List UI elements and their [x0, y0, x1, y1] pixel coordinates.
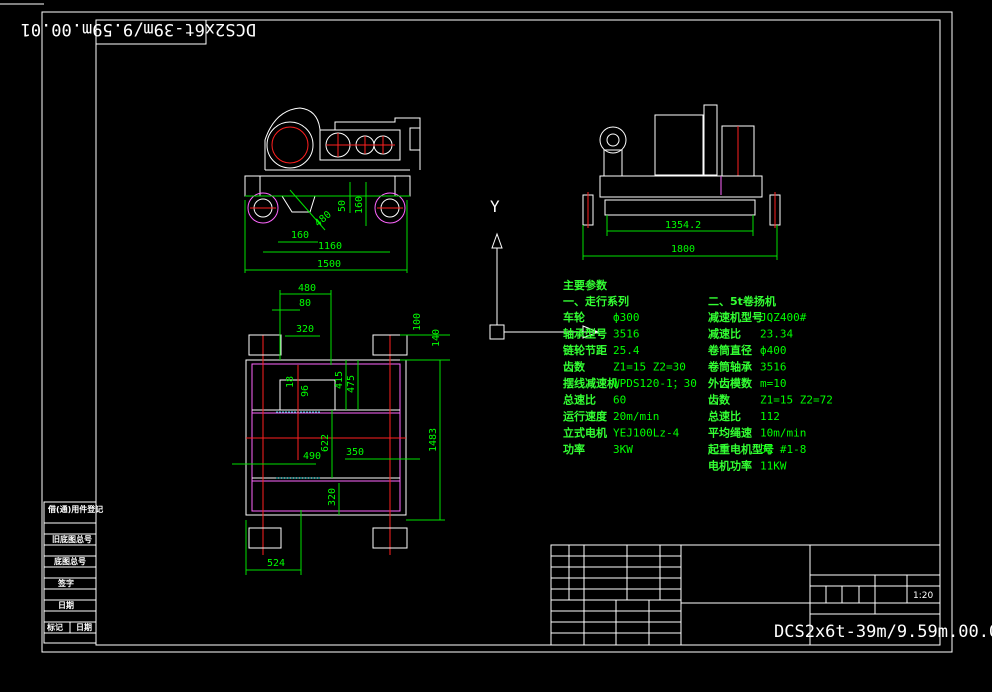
plan-view: 480 80 320 100 140 18 96 415 475 622 490… [232, 283, 450, 575]
dim-label: 622 [320, 434, 331, 452]
side-view: 1354.2 1800 [582, 104, 781, 260]
param-value: ф300 [613, 311, 640, 324]
main-parameters: 主要参数 一、走行系列 车轮 ф300 轴承型号 3516 链轮节距 25.4 齿数 Z1=1… [563, 278, 833, 473]
cad-drawing-canvas[interactable]: DCS2x6t-39m/9.59m.00.01 借(通)用件登记 旧底图总号 底… [0, 0, 992, 692]
section-header: 二、5t卷扬机 [708, 294, 776, 308]
strip-label: 借(通)用件登记 [47, 504, 103, 514]
drawing-frame [0, 3, 953, 653]
param-value: Z1=15 Z2=72 [760, 394, 833, 407]
front-view: 1500 1160 160 50 160 480 [244, 107, 421, 273]
param-value: 60 [613, 394, 626, 407]
param-value: WPDS120-1；30 [613, 377, 697, 390]
param-value: 3516 [613, 328, 640, 341]
dim-label: 320 [327, 488, 338, 506]
dim-label: 96 [300, 385, 311, 397]
dim-label: 480 [298, 283, 316, 294]
param-label: 齿数 [563, 360, 586, 374]
dim-label: 140 [431, 329, 442, 347]
param-value: Z1=15 Z2=30 [613, 361, 686, 374]
param-value: 23.34 [760, 328, 793, 341]
param-label: 总速比 [708, 409, 741, 423]
scale-label: 1:20 [913, 591, 933, 601]
param-label: 摆线减速机 [563, 376, 618, 390]
param-label: 功率 [563, 442, 585, 456]
dim-label: 160 [291, 230, 309, 241]
param-value: YEJ100Lz-4 [613, 427, 680, 440]
param-value: JZ #1-8 [760, 443, 806, 456]
param-value: m=10 [760, 377, 787, 390]
param-value: 25.4 [613, 344, 640, 357]
strip-label: 底图总号 [53, 556, 86, 566]
param-label: 电机功率 [708, 459, 752, 473]
y-axis-label: Y [490, 197, 500, 216]
dim-label: 1160 [318, 241, 342, 252]
param-label: 卷筒直径 [707, 343, 752, 357]
param-value: 11KW [760, 460, 787, 473]
param-value: JQZ400# [760, 311, 807, 324]
dim-label: 490 [303, 451, 321, 462]
param-label: 轴承型号 [563, 327, 607, 341]
dim-label: 475 [346, 375, 357, 393]
param-label: 减速比 [708, 327, 741, 341]
params-title: 主要参数 [563, 278, 608, 292]
dim-label: 50 [337, 200, 348, 212]
strip-label: 签字 [57, 578, 74, 588]
param-value: 112 [760, 410, 780, 423]
param-label: 平均绳速 [708, 426, 752, 440]
param-label: 车轮 [563, 310, 585, 324]
dim-label: 1354.2 [665, 220, 701, 231]
drawing-number: DCS2x6t-39m/9.59m.00.01 [774, 622, 992, 642]
upside-down-title: DCS2x6t-39m/9.59m.00.01 [21, 19, 256, 45]
param-value: 20m/min [613, 410, 659, 423]
param-label: 运行速度 [563, 409, 608, 423]
section-header: 一、走行系列 [563, 294, 629, 308]
param-label: 减速机型号 [708, 310, 763, 324]
param-value: 3516 [760, 361, 787, 374]
strip-label: 日期 [58, 600, 74, 610]
param-label: 卷筒轴承 [707, 360, 753, 374]
strip-label: 日期 [76, 622, 92, 632]
dim-label: 415 [334, 371, 345, 389]
param-value: 10m/min [760, 427, 806, 440]
dim-label: 80 [299, 298, 311, 309]
title-block: 1:20 DCS2x6t-39m/9.59m.00.01 [550, 544, 992, 646]
dim-label: 480 [313, 209, 334, 229]
left-registration-strip: 借(通)用件登记 旧底图总号 底图总号 签字 日期 标记 日期 [43, 501, 103, 644]
param-value: 3KW [613, 443, 633, 456]
param-label: 外齿模数 [707, 376, 753, 390]
dim-label: 320 [296, 324, 314, 335]
dim-label: 524 [267, 558, 285, 569]
param-label: 链轮节距 [563, 343, 607, 357]
dim-label: 1500 [317, 259, 341, 270]
dim-label: 1800 [671, 244, 695, 255]
param-label: 立式电机 [563, 426, 607, 440]
strip-label: 旧底图总号 [52, 534, 92, 544]
strip-label: 标记 [46, 622, 63, 632]
dim-label: 18 [285, 376, 296, 388]
dim-label: 100 [412, 313, 423, 331]
param-label: 总速比 [563, 393, 596, 407]
dim-label: 160 [354, 196, 365, 214]
param-label: 齿数 [708, 393, 731, 407]
dim-label: 350 [346, 447, 364, 458]
drawing-number-inverted: DCS2x6t-39m/9.59m.00.01 [21, 19, 256, 39]
dim-label: 1483 [428, 428, 439, 452]
param-value: ф400 [760, 344, 787, 357]
